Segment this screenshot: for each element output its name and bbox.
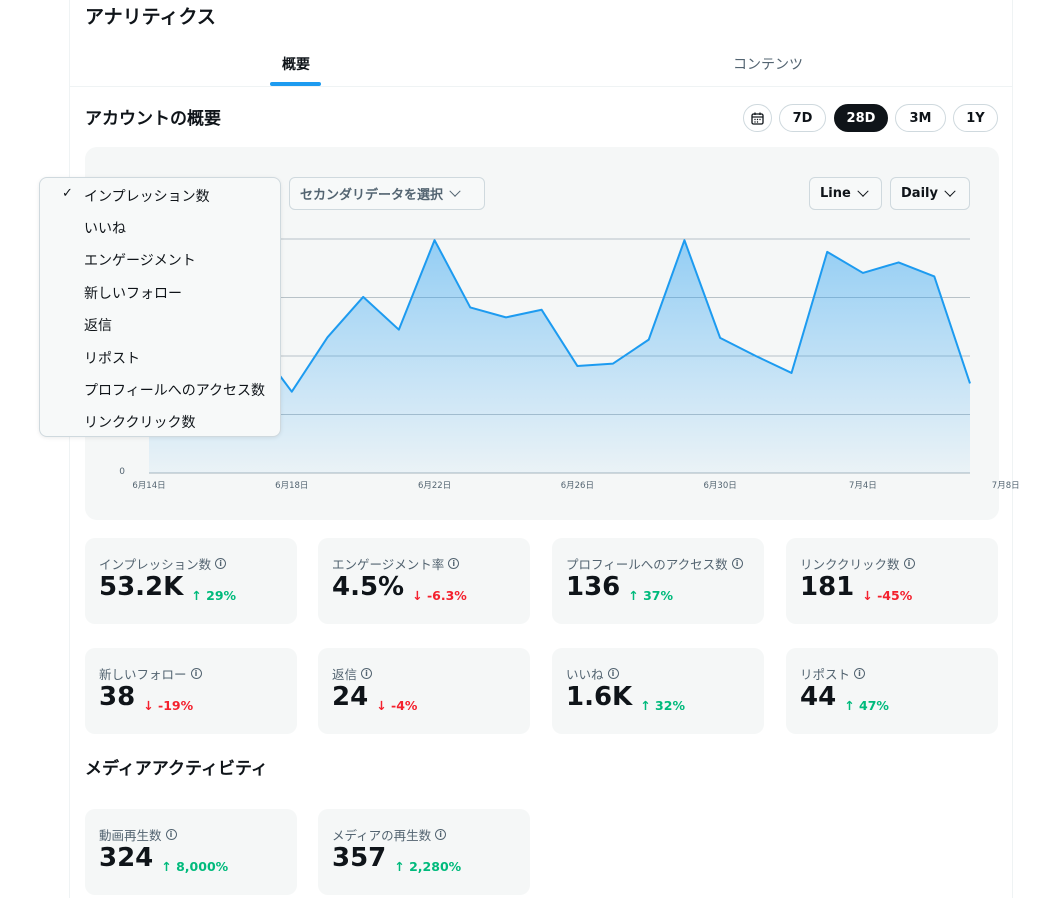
x-tick-label: 6月22日 [418, 481, 451, 491]
metric-delta: ↓ -4% [376, 698, 417, 713]
metric-delta-value: -45% [877, 588, 913, 603]
metric-label-text: いいね [566, 667, 604, 682]
y-tick-label: 0 [119, 467, 125, 477]
arrow-up-icon: ↑ [628, 588, 644, 603]
metric-card[interactable]: メディアの再生数 i 357 ↑ 2,280% [318, 809, 530, 895]
metric-dropdown: ✓ インプレッション数 いいね エンゲージメント 新しいフォロー 返信 リポスト… [39, 177, 281, 437]
metric-label-text: 新しいフォロー [99, 667, 187, 682]
metric-delta-value: 37% [643, 588, 674, 603]
x-tick-label: 7月4日 [849, 481, 877, 491]
metric-delta-value: -4% [391, 698, 418, 713]
metric-value: 38 [99, 682, 136, 712]
metric-delta: ↑ 47% [844, 698, 889, 713]
arrow-down-icon: ↓ [376, 698, 392, 713]
info-icon[interactable]: i [165, 829, 177, 840]
metric-delta: ↑ 32% [640, 698, 685, 713]
media-activity-title: メディアアクティビティ [85, 759, 268, 779]
metric-label: エンゲージメント率 i [332, 554, 460, 573]
metric-delta-value: 8,000% [176, 859, 229, 874]
metric-label: インプレッション数 i [99, 554, 227, 573]
metric-value: 53.2K [99, 572, 184, 602]
metric-delta-value: 47% [859, 698, 889, 713]
metric-delta: ↑ 37% [628, 588, 673, 603]
metric-label-text: エンゲージメント率 [332, 557, 445, 572]
metric-card[interactable]: いいね i 1.6K ↑ 32% [552, 648, 764, 734]
x-tick-label: 6月18日 [275, 481, 308, 491]
metric-label-text: 動画再生数 [99, 828, 162, 843]
x-tick-label: 6月14日 [132, 481, 165, 491]
arrow-up-icon: ↑ [844, 698, 860, 713]
metric-label-text: リンククリック数 [800, 557, 900, 572]
dropdown-item-replies[interactable]: 返信 [84, 315, 112, 335]
metric-label: プロフィールへのアクセス数 i [566, 554, 743, 573]
metric-value: 324 [99, 843, 154, 873]
metric-value: 24 [332, 682, 369, 712]
dropdown-item-engagement[interactable]: エンゲージメント [84, 250, 196, 270]
metric-card[interactable]: 返信 i 24 ↓ -4% [318, 648, 530, 734]
dropdown-item-link-clicks[interactable]: リンククリック数 [84, 412, 195, 432]
metric-label-text: インプレッション数 [99, 557, 212, 572]
info-icon[interactable]: i [361, 668, 373, 679]
metric-label: いいね i [566, 664, 619, 683]
arrow-down-icon: ↓ [143, 698, 159, 713]
metric-value: 357 [332, 843, 387, 873]
metric-label-text: リポスト [800, 667, 851, 682]
info-icon[interactable]: i [903, 558, 915, 569]
metric-label: リポスト i [800, 664, 866, 683]
info-icon[interactable]: i [731, 558, 743, 569]
metric-label: 動画再生数 i [99, 825, 177, 844]
dropdown-item-impressions[interactable]: インプレッション数 [84, 186, 210, 206]
arrow-down-icon: ↓ [412, 588, 427, 603]
metric-delta: ↑ 2,280% [394, 859, 461, 874]
metric-card[interactable]: リポスト i 44 ↑ 47% [786, 648, 998, 734]
metric-delta-value: 29% [206, 588, 237, 603]
metric-delta: ↓ -6.3% [412, 588, 467, 603]
metric-delta-value: 2,280% [409, 859, 462, 874]
metric-card[interactable]: 動画再生数 i 324 ↑ 8,000% [85, 809, 297, 895]
metric-card[interactable]: プロフィールへのアクセス数 i 136 ↑ 37% [552, 538, 764, 624]
metric-value: 4.5% [332, 572, 405, 602]
metric-label-text: 返信 [332, 667, 358, 682]
metric-delta: ↑ 8,000% [161, 859, 228, 874]
arrow-down-icon: ↓ [862, 588, 878, 603]
metric-label: メディアの再生数 i [332, 825, 447, 844]
metric-delta: ↓ -19% [143, 698, 193, 713]
metric-card[interactable]: リンククリック数 i 181 ↓ -45% [786, 538, 998, 624]
metric-label-text: メディアの再生数 [332, 828, 432, 843]
info-icon[interactable]: i [854, 668, 866, 679]
metric-card[interactable]: 新しいフォロー i 38 ↓ -19% [85, 648, 297, 734]
dropdown-item-profile-visits[interactable]: プロフィールへのアクセス数 [84, 380, 265, 400]
metric-value: 1.6K [566, 682, 633, 712]
metric-label: 返信 i [332, 664, 373, 683]
info-icon[interactable]: i [448, 558, 460, 569]
metric-value: 44 [800, 682, 837, 712]
dropdown-item-likes[interactable]: いいね [84, 218, 126, 238]
metric-label: リンククリック数 i [800, 554, 915, 573]
arrow-up-icon: ↑ [640, 698, 656, 713]
metric-delta: ↑ 29% [191, 588, 236, 603]
arrow-up-icon: ↑ [161, 859, 177, 874]
metric-card[interactable]: エンゲージメント率 i 4.5% ↓ -6.3% [318, 538, 530, 624]
check-icon: ✓ [62, 186, 73, 201]
metric-delta-value: 32% [655, 698, 685, 713]
metric-value: 136 [566, 572, 621, 602]
metric-delta-value: -6.3% [426, 588, 467, 603]
info-icon[interactable]: i [190, 668, 202, 679]
arrow-up-icon: ↑ [394, 859, 410, 874]
dropdown-item-reposts[interactable]: リポスト [84, 348, 140, 368]
x-tick-label: 7月8日 [992, 481, 1020, 491]
metric-delta-value: -19% [158, 698, 194, 713]
info-icon[interactable]: i [607, 668, 619, 679]
info-icon[interactable]: i [215, 558, 227, 569]
arrow-up-icon: ↑ [191, 588, 207, 603]
x-tick-label: 6月30日 [704, 481, 737, 491]
metric-card[interactable]: インプレッション数 i 53.2K ↑ 29% [85, 538, 297, 624]
metric-delta: ↓ -45% [862, 588, 912, 603]
info-icon[interactable]: i [435, 829, 447, 840]
dropdown-item-new-follows[interactable]: 新しいフォロー [84, 283, 182, 303]
metric-label: 新しいフォロー i [99, 664, 202, 683]
x-tick-label: 6月26日 [561, 481, 594, 491]
metric-value: 181 [800, 572, 855, 602]
metric-label-text: プロフィールへのアクセス数 [566, 557, 728, 572]
